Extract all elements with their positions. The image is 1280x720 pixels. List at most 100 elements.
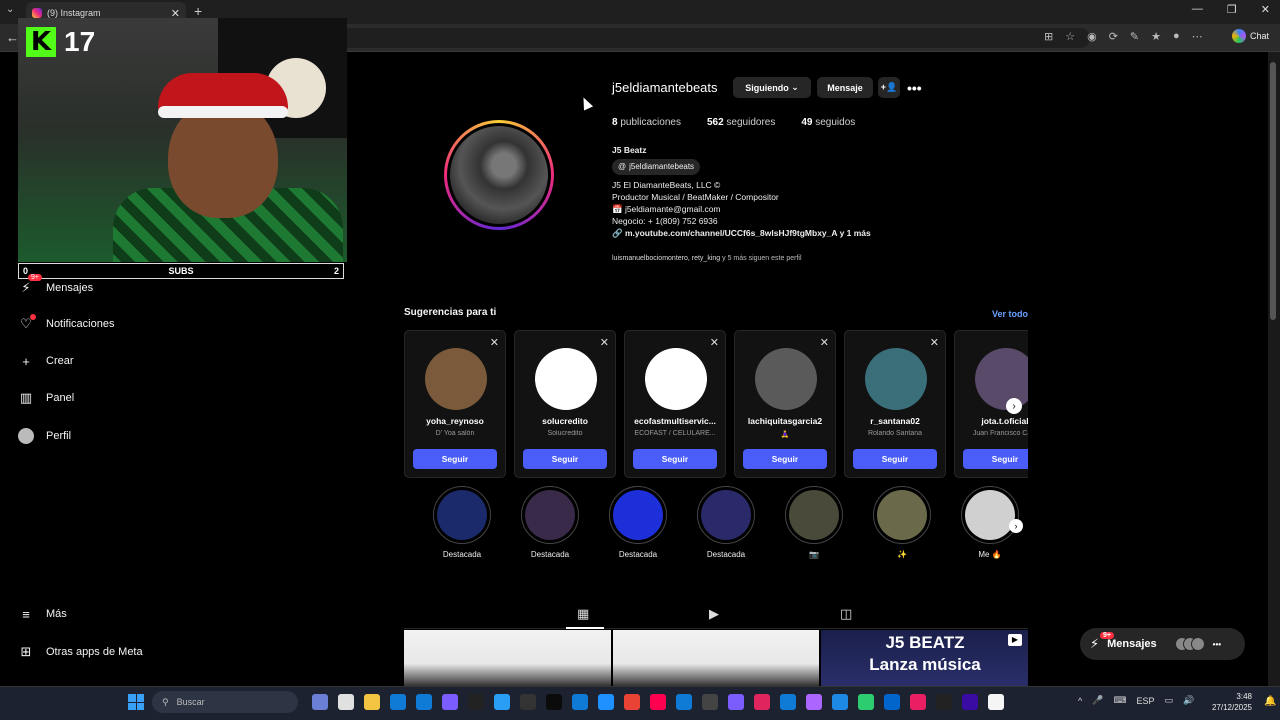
suggestion-username[interactable]: lachiquitasgarcia2 [739, 416, 831, 426]
suggestion-avatar[interactable] [425, 348, 487, 410]
tagged-icon[interactable]: ◫ [840, 606, 852, 622]
suggestion-username[interactable]: solucredito [519, 416, 611, 426]
post-thumbnail[interactable] [404, 630, 611, 686]
app-icon[interactable] [676, 694, 692, 710]
edge-icon[interactable] [416, 694, 432, 710]
grid-icon[interactable]: ▦ [577, 606, 589, 622]
tiktok-icon[interactable] [650, 694, 666, 710]
sidebar-item-otras-apps[interactable]: ⊞ Otras apps de Meta [18, 644, 143, 660]
mic-icon[interactable]: 🎤 [1092, 695, 1103, 706]
profile-icon[interactable]: ● [1173, 30, 1180, 43]
suggestion-avatar[interactable] [535, 348, 597, 410]
app-icon[interactable] [702, 694, 718, 710]
dismiss-icon[interactable]: ✕ [600, 336, 609, 349]
suggestion-username[interactable]: yoha_reynoso [409, 416, 501, 426]
extension-icon[interactable]: ◉ [1087, 30, 1097, 43]
volume-icon[interactable]: 🔊 [1183, 695, 1194, 706]
chevron-right-icon[interactable]: › [1009, 519, 1023, 533]
copilot-chat-button[interactable]: Chat [1232, 29, 1269, 43]
new-tab-button[interactable]: + [194, 3, 202, 19]
suggestion-card[interactable]: ✕ solucredito Solucredito Seguir [514, 330, 616, 478]
media-player-icon[interactable] [988, 694, 1004, 710]
app-icon[interactable] [806, 694, 822, 710]
taskbar-search[interactable]: ⚲ Buscar [152, 691, 298, 713]
story-highlight[interactable]: Destacada [432, 486, 492, 559]
network-icon[interactable]: ▭ [1164, 695, 1173, 706]
folder-icon[interactable] [364, 694, 380, 710]
post-thumbnail[interactable] [613, 630, 819, 686]
follow-button[interactable]: Seguir [963, 449, 1028, 469]
reels-icon[interactable]: ▶ [709, 606, 719, 622]
suggestion-username[interactable]: jota.t.oficial [959, 416, 1028, 426]
suggestion-avatar[interactable] [645, 348, 707, 410]
suggestion-avatar[interactable] [865, 348, 927, 410]
refresh-icon[interactable]: ⟳ [1109, 30, 1118, 43]
follow-button[interactable]: Seguir [633, 449, 717, 469]
sidebar-item-notificaciones[interactable]: ♡ Notificaciones [18, 314, 114, 332]
keyboard-icon[interactable]: ⌨ [1113, 695, 1126, 706]
follow-button[interactable]: Seguir [853, 449, 937, 469]
story-highlight[interactable]: Destacada [520, 486, 580, 559]
suggestion-username[interactable]: ecofastmultiservic... [629, 416, 721, 426]
store-icon[interactable] [390, 694, 406, 710]
app-icon[interactable] [520, 694, 536, 710]
story-highlight[interactable]: 📷 [784, 486, 844, 559]
app-icon[interactable] [910, 694, 926, 710]
notification-bell-icon[interactable]: 🔔 [1264, 696, 1276, 707]
epic-games-icon[interactable] [546, 694, 562, 710]
taskbar-clock[interactable]: 3:48 27/12/2025 [1206, 691, 1252, 713]
teams-icon[interactable] [728, 694, 744, 710]
dismiss-icon[interactable]: ✕ [710, 336, 719, 349]
favorite-star-icon[interactable]: ☆ [1065, 30, 1075, 43]
follow-button[interactable]: Seguir [523, 449, 607, 469]
minimize-button[interactable]: — [1192, 3, 1203, 16]
suggestion-card[interactable]: ✕ ecofastmultiservic... ECOFAST / CELULARE… [624, 330, 726, 478]
copilot-icon[interactable] [312, 694, 328, 710]
extensions-puzzle-icon[interactable]: ✎ [1130, 30, 1139, 43]
apps-icon[interactable]: ⊞ [1044, 30, 1053, 43]
sidebar-item-perfil[interactable]: Perfil [18, 428, 71, 444]
chrome-icon[interactable] [624, 694, 640, 710]
app-icon[interactable] [494, 694, 510, 710]
suggestion-card[interactable]: ✕ r_santana02 Rolando Santana Seguir [844, 330, 946, 478]
suggestion-card[interactable]: ✕ yoha_reynoso D' Yoa salón Seguir [404, 330, 506, 478]
app-icon[interactable] [832, 694, 848, 710]
suggestion-avatar[interactable] [755, 348, 817, 410]
suggestion-card[interactable]: ✕ lachiquitasgarcia2 🧘‍♀️ Seguir [734, 330, 836, 478]
tab-list-chevron-icon[interactable]: ⌄ [6, 4, 14, 15]
chevron-right-icon[interactable]: › [1006, 398, 1022, 414]
sidebar-item-mensajes[interactable]: ⚡ 9+ Mensajes [18, 274, 93, 296]
follow-button[interactable]: Seguir [413, 449, 497, 469]
windows-start-icon[interactable] [128, 694, 144, 710]
app-icon[interactable] [572, 694, 588, 710]
app-icon[interactable] [598, 694, 614, 710]
app-icon[interactable] [754, 694, 770, 710]
language-indicator[interactable]: ESP [1136, 696, 1154, 706]
maximize-button[interactable]: ❐ [1227, 3, 1237, 16]
capcut-icon[interactable] [936, 694, 952, 710]
chevron-up-icon[interactable]: ^ [1078, 696, 1082, 706]
scrollbar-thumb[interactable] [1270, 62, 1276, 320]
photoshop-icon[interactable] [884, 694, 900, 710]
messages-pill[interactable]: ⚡ 9+ Mensajes ••• [1080, 628, 1245, 660]
app-icon[interactable] [858, 694, 874, 710]
dismiss-icon[interactable]: ✕ [930, 336, 939, 349]
sidebar-item-panel[interactable]: ▥ Panel [18, 390, 74, 406]
settings-more-icon[interactable]: ⋯ [1192, 30, 1203, 43]
sidebar-item-crear[interactable]: + Crear [18, 353, 73, 369]
favorites-icon[interactable]: ★ [1151, 30, 1161, 43]
discord-icon[interactable] [442, 694, 458, 710]
story-highlight[interactable]: Destacada [608, 486, 668, 559]
sidebar-item-mas[interactable]: ≡ Más [18, 606, 67, 622]
dismiss-icon[interactable]: ✕ [490, 336, 499, 349]
story-highlight[interactable]: Destacada [696, 486, 756, 559]
follow-button[interactable]: Seguir [743, 449, 827, 469]
close-window-button[interactable]: ✕ [1261, 3, 1270, 16]
obs-icon[interactable] [468, 694, 484, 710]
file-explorer-icon[interactable] [338, 694, 354, 710]
premiere-icon[interactable] [962, 694, 978, 710]
suggestion-username[interactable]: r_santana02 [849, 416, 941, 426]
app-icon[interactable] [780, 694, 796, 710]
story-highlight[interactable]: ✨ [872, 486, 932, 559]
dismiss-icon[interactable]: ✕ [820, 336, 829, 349]
